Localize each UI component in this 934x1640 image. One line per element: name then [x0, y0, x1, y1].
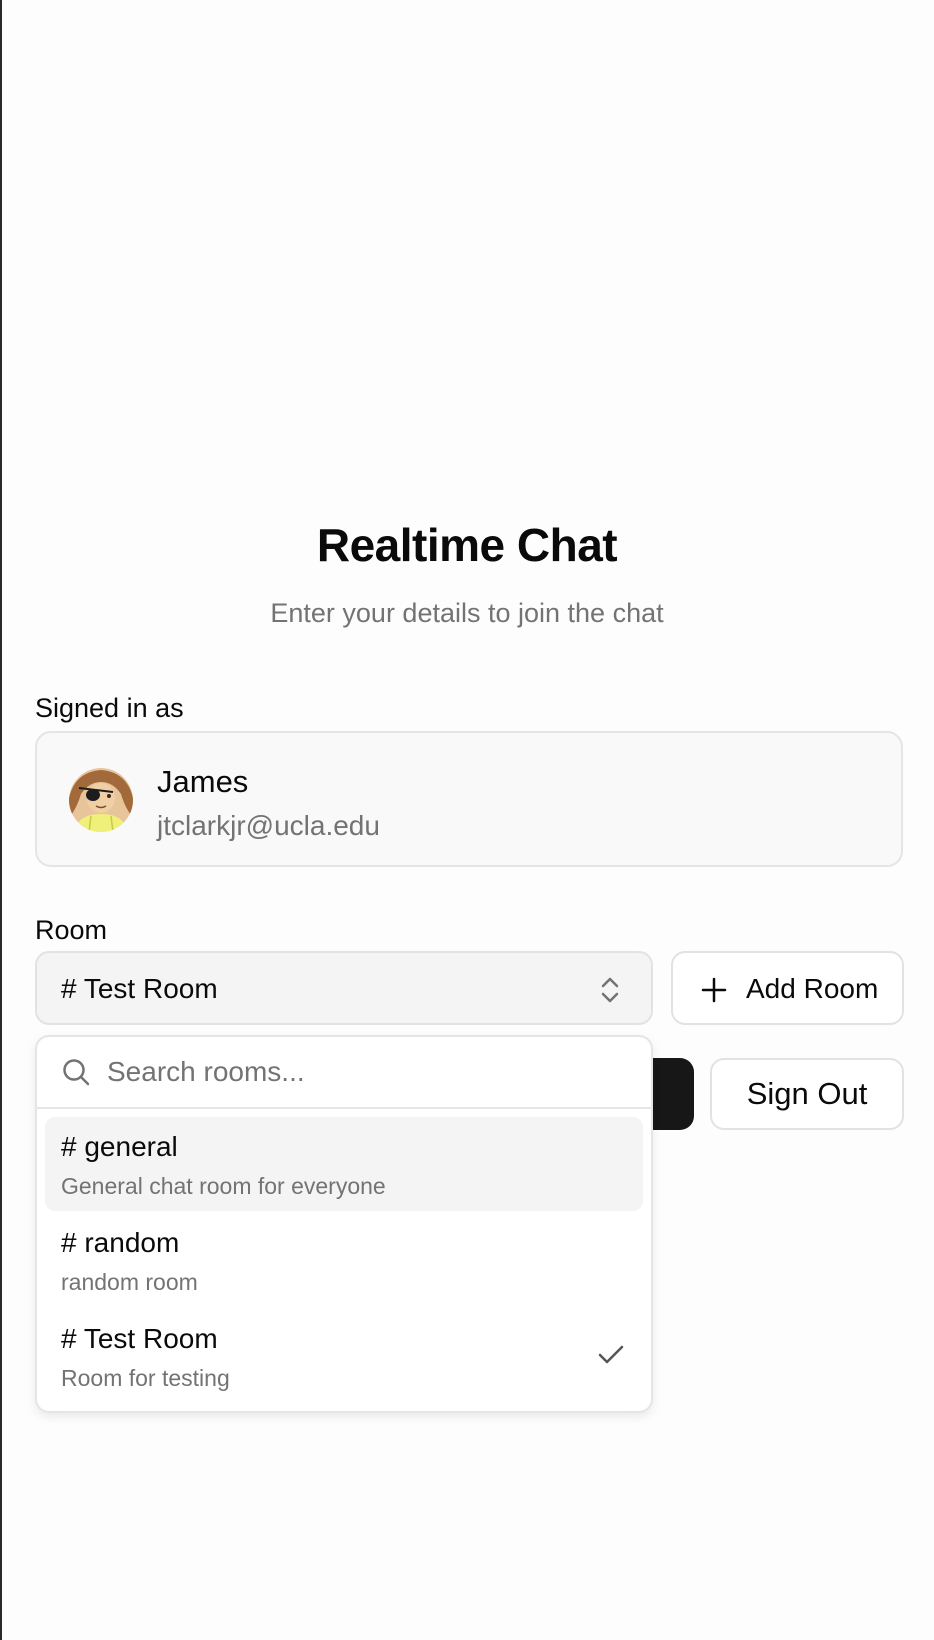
add-room-button[interactable]: Add Room [671, 951, 904, 1025]
room-option-general[interactable]: # general General chat room for everyone [45, 1117, 643, 1211]
room-option-test-room[interactable]: # Test Room Room for testing [45, 1309, 643, 1403]
room-search-row [37, 1037, 651, 1109]
page-title: Realtime Chat [316, 519, 618, 571]
avatar [69, 768, 133, 832]
search-icon [63, 1059, 90, 1086]
room-select[interactable]: # Test Room [35, 951, 653, 1025]
room-option-description: General chat room for everyone [61, 1173, 386, 1199]
user-name: James [157, 764, 249, 799]
room-option-random[interactable]: # random random room [45, 1213, 643, 1307]
room-search-input[interactable] [107, 1051, 627, 1093]
user-card: James jtclarkjr@ucla.edu [35, 731, 903, 867]
plus-icon [701, 977, 727, 1003]
signed-in-label: Signed in as [35, 693, 184, 723]
room-option-description: random room [61, 1269, 198, 1295]
room-select-value: # Test Room [61, 973, 218, 1004]
room-option-description: Room for testing [61, 1365, 230, 1391]
add-room-label: Add Room [746, 973, 879, 1004]
sign-out-button[interactable]: Sign Out [710, 1058, 904, 1130]
user-email: jtclarkjr@ucla.edu [157, 810, 380, 841]
check-icon [598, 1345, 624, 1364]
room-label: Room [35, 915, 108, 945]
avatar-image-icon [69, 768, 133, 832]
window-edge [0, 0, 2, 1640]
room-option-name: # general [61, 1131, 178, 1162]
room-option-name: # random [61, 1227, 180, 1258]
page-subtitle: Enter your details to join the chat [270, 598, 664, 628]
chevrons-up-down-icon [601, 977, 619, 1003]
room-option-name: # Test Room [61, 1323, 218, 1354]
room-dropdown: # general General chat room for everyone… [35, 1035, 653, 1413]
